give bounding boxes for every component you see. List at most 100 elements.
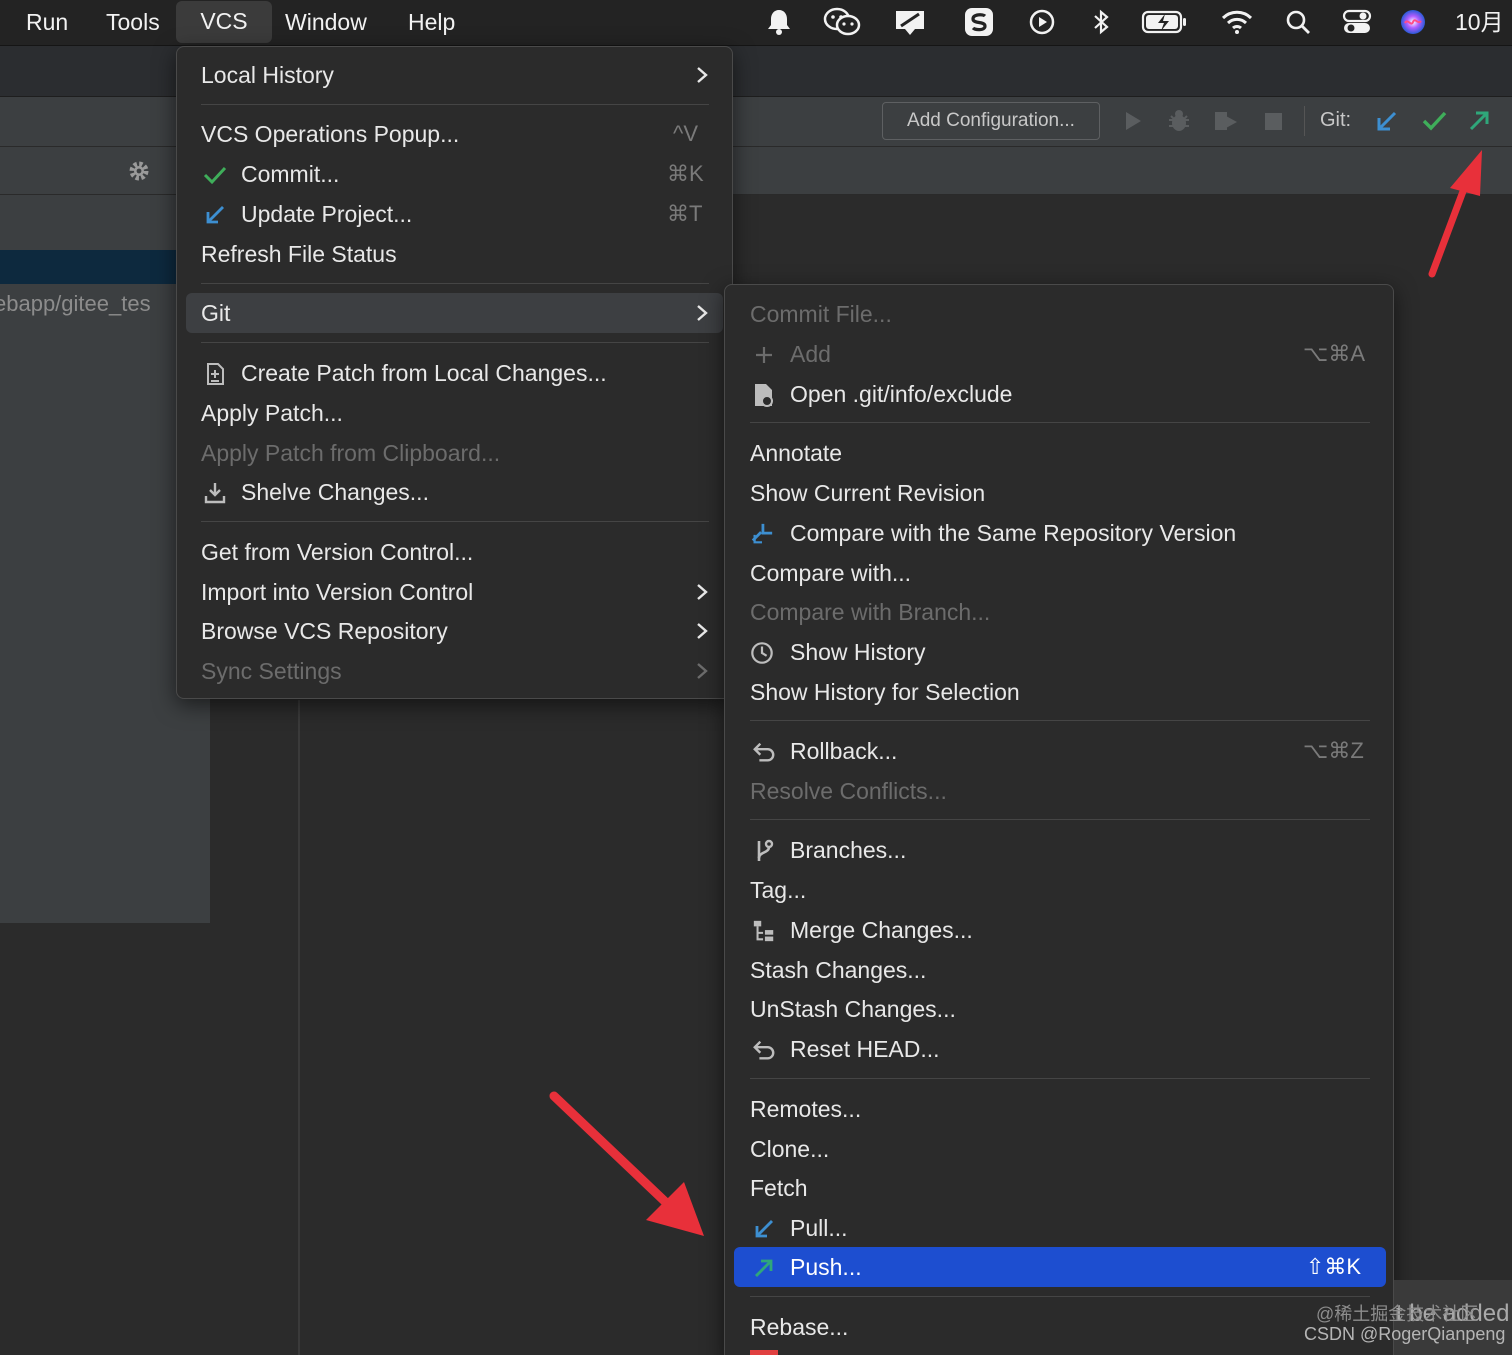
menu-item-label: Update Project...	[241, 201, 413, 227]
menu-help[interactable]: Help	[408, 0, 455, 44]
commit-icon[interactable]	[1419, 106, 1449, 136]
menu-item-add[interactable]: Add ⌥⌘A	[725, 334, 1393, 374]
menu-item-label: Merge Changes...	[790, 917, 973, 943]
menu-item-compare-same-repo[interactable]: Compare with the Same Repository Version	[725, 513, 1393, 553]
menu-item-refresh-file-status[interactable]: Refresh File Status	[177, 234, 732, 274]
wifi-icon[interactable]	[1220, 6, 1254, 38]
git-toolbar-label: Git:	[1320, 109, 1352, 131]
menu-item-reset-head[interactable]: Reset HEAD...	[725, 1029, 1393, 1069]
menu-shortcut: ^V	[673, 121, 698, 146]
menu-item-label: Branches...	[790, 837, 907, 863]
menu-item-apply-patch-clipboard[interactable]: Apply Patch from Clipboard...	[177, 433, 732, 473]
menu-item-unstash-changes[interactable]: UnStash Changes...	[725, 989, 1393, 1029]
menu-item-update-project[interactable]: Update Project... ⌘T	[177, 194, 732, 234]
menu-item-label: Git	[201, 300, 231, 326]
menu-item-label: Refresh File Status	[201, 241, 397, 267]
menu-item-browse-vcs-repo[interactable]: Browse VCS Repository	[177, 611, 732, 651]
menu-item-pull[interactable]: Pull...	[725, 1208, 1393, 1248]
menu-item-label: Remotes...	[750, 1096, 862, 1122]
menu-separator	[201, 342, 709, 343]
gear-icon[interactable]	[126, 158, 152, 184]
menu-item-tag[interactable]: Tag...	[725, 870, 1393, 910]
menu-item-branches[interactable]: Branches...	[725, 830, 1393, 870]
menu-item-git[interactable]: Git	[186, 293, 723, 333]
patch-file-icon	[203, 362, 227, 386]
menu-item-vcs-operations-popup[interactable]: VCS Operations Popup... ^V	[177, 114, 732, 154]
stop-icon[interactable]	[1258, 106, 1288, 136]
menu-item-label: Import into Version Control	[201, 579, 474, 605]
menu-run[interactable]: Run	[26, 0, 68, 44]
menu-item-compare-with-branch[interactable]: Compare with Branch...	[725, 592, 1393, 632]
menu-item-label: Tag...	[750, 877, 807, 903]
menu-item-get-from-vcs[interactable]: Get from Version Control...	[177, 532, 732, 572]
menu-item-resolve-conflicts[interactable]: Resolve Conflicts...	[725, 771, 1393, 811]
menu-item-label: Annotate	[750, 440, 843, 466]
clock-icon	[750, 641, 774, 665]
menu-window[interactable]: Window	[285, 0, 367, 44]
menu-item-label: Reset HEAD...	[790, 1036, 940, 1062]
menu-item-label: Pull...	[790, 1215, 848, 1241]
bell-icon[interactable]	[762, 6, 796, 38]
menu-item-create-patch[interactable]: Create Patch from Local Changes...	[177, 353, 732, 393]
menu-item-open-exclude[interactable]: Open .git/info/exclude	[725, 374, 1393, 414]
menu-item-show-history[interactable]: Show History	[725, 632, 1393, 672]
compare-icon	[750, 522, 774, 546]
wechat-icon[interactable]	[822, 6, 862, 38]
menu-item-stash-changes[interactable]: Stash Changes...	[725, 950, 1393, 990]
menu-item-annotate[interactable]: Annotate	[725, 433, 1393, 473]
menu-item-label: VCS Operations Popup...	[201, 121, 460, 147]
menu-item-show-history-selection[interactable]: Show History for Selection	[725, 672, 1393, 712]
run-icon[interactable]	[1118, 106, 1148, 136]
next-item-color-mark	[750, 1350, 778, 1355]
menu-separator	[750, 1296, 1370, 1297]
menu-item-commit[interactable]: Commit... ⌘K	[177, 154, 732, 194]
update-project-icon[interactable]	[1372, 106, 1402, 136]
menu-item-compare-with[interactable]: Compare with...	[725, 553, 1393, 593]
annotation-arrow-push-menu	[549, 1091, 704, 1236]
menu-item-import-into-vcs[interactable]: Import into Version Control	[177, 572, 732, 612]
branch-icon	[752, 839, 776, 863]
push-arrow-icon	[752, 1256, 776, 1280]
menu-item-local-history[interactable]: Local History	[177, 55, 732, 95]
menu-item-label: Sync Settings	[201, 658, 342, 684]
menu-item-label: Resolve Conflicts...	[750, 778, 947, 804]
menu-item-push[interactable]: Push... ⇧⌘K	[734, 1247, 1386, 1287]
menu-item-label: Show History for Selection	[750, 679, 1020, 705]
menu-item-clone[interactable]: Clone...	[725, 1129, 1393, 1169]
s-app-icon[interactable]	[962, 6, 996, 38]
menu-item-rollback[interactable]: Rollback... ⌥⌘Z	[725, 731, 1393, 771]
menu-shortcut: ⌥⌘Z	[1303, 738, 1364, 763]
menu-item-sync-settings[interactable]: Sync Settings	[177, 651, 732, 691]
update-arrow-icon	[203, 203, 227, 227]
chevron-right-icon	[695, 572, 711, 612]
menu-item-fetch[interactable]: Fetch	[725, 1168, 1393, 1208]
menu-item-label: Apply Patch...	[201, 400, 343, 426]
menu-item-label: UnStash Changes...	[750, 996, 956, 1022]
menu-item-remotes[interactable]: Remotes...	[725, 1089, 1393, 1129]
menu-separator	[201, 104, 709, 105]
menu-item-label: Open .git/info/exclude	[790, 381, 1013, 407]
menu-item-label: Commit...	[241, 161, 340, 187]
menu-item-rebase[interactable]: Rebase...	[725, 1307, 1393, 1347]
add-configuration-button[interactable]: Add Configuration...	[882, 102, 1100, 140]
control-center-icon[interactable]	[1340, 6, 1374, 38]
project-path[interactable]: ebapp/gitee_tes	[0, 291, 151, 317]
project-selected-row[interactable]	[0, 250, 176, 284]
menu-tools[interactable]: Tools	[106, 0, 160, 44]
play-icon[interactable]	[1025, 6, 1059, 38]
menu-vcs[interactable]: VCS	[176, 1, 272, 43]
shelve-icon	[203, 481, 227, 505]
push-icon[interactable]	[1464, 106, 1494, 136]
pull-arrow-icon	[752, 1217, 776, 1241]
menu-item-commit-file[interactable]: Commit File...	[725, 294, 1393, 334]
menu-item-shelve-changes[interactable]: Shelve Changes...	[177, 472, 732, 512]
bluetooth-icon[interactable]	[1084, 6, 1118, 38]
menu-item-apply-patch[interactable]: Apply Patch...	[177, 393, 732, 433]
menu-item-merge-changes[interactable]: Merge Changes...	[725, 910, 1393, 950]
debug-icon[interactable]	[1164, 106, 1194, 136]
search-icon[interactable]	[1281, 6, 1315, 38]
display-icon[interactable]	[892, 6, 928, 38]
menu-item-show-current-revision[interactable]: Show Current Revision	[725, 473, 1393, 513]
run-with-coverage-icon[interactable]	[1211, 106, 1241, 136]
siri-icon[interactable]	[1396, 6, 1430, 38]
